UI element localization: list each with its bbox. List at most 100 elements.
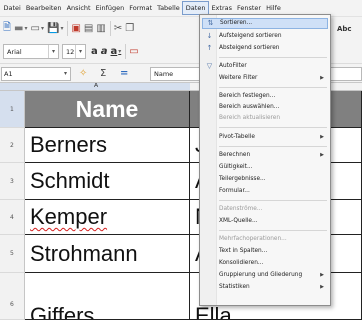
save-icon[interactable]: 💾 ▾ bbox=[47, 21, 63, 37]
menu-item-aufsteigend[interactable]: ↓ Aufsteigend sortieren bbox=[202, 31, 328, 42]
menu-item-label: Berechnen bbox=[219, 152, 251, 158]
menu-item-bereich-auswaehlen[interactable]: Bereich auswählen... bbox=[202, 102, 328, 113]
menu-item-autofilter[interactable]: ▽ AutoFilter bbox=[202, 61, 328, 72]
column-header-label: A bbox=[94, 83, 99, 89]
equals-button[interactable]: = bbox=[120, 67, 128, 81]
menu-separator bbox=[219, 127, 327, 128]
export-pdf-icon[interactable]: ▣ bbox=[71, 21, 80, 37]
menu-item-label: Mehrfachoperationen... bbox=[219, 236, 287, 242]
spellcheck-underlined-text: Kemper bbox=[30, 204, 108, 229]
menu-item-label: Teilergebnisse... bbox=[219, 176, 266, 182]
menu-item-label: Statistiken bbox=[219, 284, 250, 290]
chevron-down-icon[interactable]: ▾ bbox=[75, 45, 85, 58]
menu-format[interactable]: Format bbox=[127, 1, 155, 15]
menu-separator bbox=[219, 230, 327, 231]
spellcheck-label: Abc bbox=[337, 24, 352, 33]
print-preview-icon[interactable]: ▥ bbox=[96, 21, 105, 37]
menu-item-mehrfachoperationen: Mehrfachoperationen... bbox=[202, 234, 328, 245]
name-box-value: A1 bbox=[4, 70, 13, 78]
menu-item-label: XML-Quelle... bbox=[219, 218, 258, 224]
cut-icon[interactable]: ✂ bbox=[114, 21, 122, 37]
name-box[interactable]: A1 ▾ bbox=[1, 67, 71, 81]
font-name-combo[interactable]: Arial ▾ bbox=[3, 44, 59, 59]
cell-text: Giffers bbox=[30, 303, 95, 320]
sort-icon: ⇅ bbox=[207, 19, 214, 27]
sort-ascending-icon: ↓ bbox=[206, 32, 213, 40]
menu-item-konsolidieren[interactable]: Konsolidieren... bbox=[202, 258, 328, 269]
new-document-icon[interactable]: 🗎 bbox=[3, 21, 11, 37]
sort-descending-icon: ↑ bbox=[206, 44, 213, 52]
open-dropdown-icon[interactable]: ▭ ▾ bbox=[31, 21, 44, 37]
font-name-value: Arial bbox=[7, 47, 22, 56]
row-number: 3 bbox=[10, 178, 14, 185]
spellcheck-button[interactable]: Abc bbox=[337, 21, 352, 37]
menu-item-statistiken[interactable]: Statistiken ▶ bbox=[202, 282, 328, 293]
menu-item-label: Datenströme... bbox=[219, 206, 263, 212]
font-color-icon[interactable]: ▭ bbox=[129, 44, 138, 60]
row-number: 1 bbox=[10, 106, 14, 113]
row-header[interactable]: 5 bbox=[0, 235, 25, 273]
copy-icon[interactable]: ❐ bbox=[125, 21, 134, 37]
menu-item-label: Pivot-Tabelle bbox=[219, 134, 255, 140]
font-size-combo[interactable]: 12 ▾ bbox=[62, 44, 86, 59]
submenu-arrow-icon: ▶ bbox=[320, 284, 324, 290]
bold-button[interactable]: a bbox=[91, 44, 98, 60]
menu-daten[interactable]: Daten bbox=[182, 1, 209, 15]
menu-item-pivot-tabelle[interactable]: Pivot-Tabelle ▶ bbox=[202, 132, 328, 143]
menu-fenster[interactable]: Fenster bbox=[235, 1, 264, 15]
open-icon[interactable]: ▬ ▾ bbox=[14, 21, 27, 37]
menu-item-formular[interactable]: Formular... bbox=[202, 186, 328, 197]
menu-item-datenstroeme: Datenströme... bbox=[202, 204, 328, 215]
menu-item-text-in-spalten[interactable]: Text in Spalten... bbox=[202, 246, 328, 257]
menu-item-label: Absteigend sortieren bbox=[219, 45, 280, 51]
column-header-a[interactable]: A bbox=[0, 83, 190, 91]
menu-item-xml-quelle[interactable]: XML-Quelle... bbox=[202, 216, 328, 227]
menu-item-berechnen[interactable]: Berechnen ▶ bbox=[202, 150, 328, 161]
autofilter-icon: ▽ bbox=[206, 62, 213, 70]
menu-item-absteigend[interactable]: ↑ Absteigend sortieren bbox=[202, 43, 328, 54]
row-number: 6 bbox=[10, 301, 14, 308]
row-header[interactable]: 4 bbox=[0, 200, 25, 235]
row-header[interactable]: 3 bbox=[0, 163, 25, 200]
menu-item-weitere-filter[interactable]: Weitere Filter ▶ bbox=[202, 73, 328, 84]
menu-datei[interactable]: Datei bbox=[1, 1, 23, 15]
submenu-arrow-icon: ▶ bbox=[320, 75, 324, 81]
row-number: 2 bbox=[10, 142, 14, 149]
menu-item-label: Bereich festlegen... bbox=[219, 93, 276, 99]
italic-glyph: a bbox=[100, 46, 108, 57]
row-header[interactable]: 6 bbox=[0, 273, 25, 320]
menu-item-label: Gültigkeit... bbox=[219, 164, 253, 170]
menu-item-sortieren[interactable]: ⇅ Sortieren... bbox=[202, 18, 328, 29]
italic-button[interactable]: a bbox=[101, 44, 108, 60]
function-wizard-icon[interactable]: ✧ bbox=[79, 67, 87, 81]
menu-item-teilergebnisse[interactable]: Teilergebnisse... bbox=[202, 174, 328, 185]
menu-item-gueltigkeit[interactable]: Gültigkeit... bbox=[202, 162, 328, 173]
row-header[interactable]: 1 bbox=[0, 91, 25, 128]
menu-separator bbox=[219, 146, 327, 147]
underline-glyph: a bbox=[110, 46, 118, 57]
table-cell-name[interactable]: Schmidt bbox=[25, 163, 190, 200]
menu-ansicht[interactable]: Ansicht bbox=[64, 1, 93, 15]
sum-button[interactable]: Σ bbox=[100, 67, 106, 81]
menu-extras[interactable]: Extras bbox=[209, 1, 235, 15]
table-cell-name[interactable]: Giffers bbox=[25, 273, 190, 320]
print-icon[interactable]: ▤ bbox=[84, 21, 93, 37]
menu-item-gruppierung-gliederung[interactable]: Gruppierung und Gliederung ▶ bbox=[202, 270, 328, 281]
menu-item-bereich-festlegen[interactable]: Bereich festlegen... bbox=[202, 91, 328, 102]
underline-button[interactable]: a ▾ bbox=[111, 44, 122, 60]
table-cell-name[interactable]: Strohmann bbox=[25, 235, 190, 273]
menu-item-label: Bereich aktualisieren bbox=[219, 115, 281, 121]
menu-hilfe[interactable]: Hilfe bbox=[264, 1, 284, 15]
menu-einfuegen[interactable]: Einfügen bbox=[93, 1, 127, 15]
menu-tabelle[interactable]: Tabelle bbox=[155, 1, 183, 15]
header-cell-name[interactable]: Name bbox=[25, 91, 190, 128]
menu-item-label: Bereich auswählen... bbox=[219, 104, 280, 110]
table-cell-name[interactable]: Kemper bbox=[25, 200, 190, 235]
formula-input-value: Name bbox=[154, 70, 174, 78]
row-header[interactable]: 2 bbox=[0, 128, 25, 163]
row-number: 4 bbox=[10, 214, 14, 221]
chevron-down-icon[interactable]: ▾ bbox=[61, 68, 70, 80]
table-cell-name[interactable]: Berners bbox=[25, 128, 190, 163]
chevron-down-icon[interactable]: ▾ bbox=[48, 45, 58, 58]
menu-bearbeiten[interactable]: Bearbeiten bbox=[23, 1, 64, 15]
